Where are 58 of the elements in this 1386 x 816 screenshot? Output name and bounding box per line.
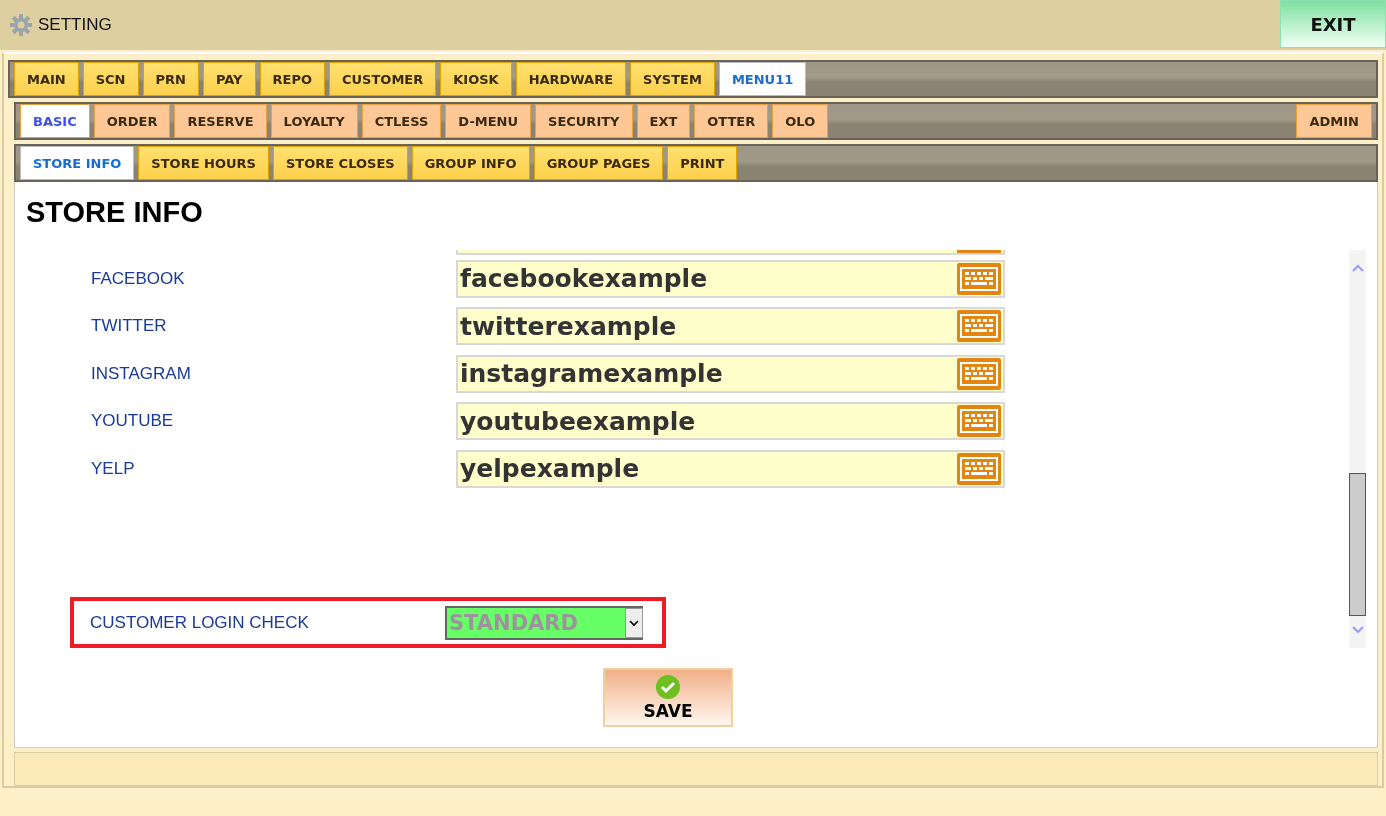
- save-button[interactable]: SAVE: [603, 668, 733, 727]
- field-value: facebookexample: [460, 264, 708, 294]
- tab[interactable]: HARDWARE: [515, 62, 627, 96]
- field-label: CUSTOMER LOGIN CHECK: [89, 612, 310, 633]
- scrollbar-thumb[interactable]: [1349, 472, 1366, 616]
- tab[interactable]: MENU11: [718, 62, 807, 96]
- caret-icon[interactable]: [625, 607, 643, 638]
- tab[interactable]: OTTER: [694, 104, 769, 138]
- tab[interactable]: STORE HOURS: [138, 146, 269, 180]
- tab[interactable]: BASIC: [20, 104, 90, 138]
- field-value: twitterexample: [460, 311, 677, 341]
- keyboard-icon[interactable]: [957, 310, 1001, 343]
- tab[interactable]: PAY: [202, 62, 256, 96]
- field-value: youtubeexample: [460, 406, 696, 436]
- tab[interactable]: REPO: [259, 62, 325, 96]
- tab[interactable]: STORE CLOSES: [272, 146, 408, 180]
- field-label: INSTAGRAM: [90, 363, 192, 384]
- tab[interactable]: CTLESS: [361, 104, 442, 138]
- exit-button[interactable]: EXIT: [1280, 0, 1386, 48]
- check-icon: [656, 674, 680, 699]
- field-label: FACEBOOK: [90, 268, 186, 289]
- tab[interactable]: SCN: [82, 62, 139, 96]
- tab[interactable]: CUSTOMER: [329, 62, 437, 96]
- input-field[interactable]: [456, 250, 1005, 255]
- tab[interactable]: EXT: [636, 104, 691, 138]
- tab[interactable]: PRN: [142, 62, 199, 96]
- tab[interactable]: SYSTEM: [630, 62, 715, 96]
- keyboard-icon[interactable]: [957, 357, 1001, 390]
- tab[interactable]: MAIN: [14, 62, 79, 96]
- input-field[interactable]: facebookexample: [456, 259, 1005, 298]
- input-field[interactable]: instagramexample: [456, 354, 1005, 393]
- field-label: YOUTUBE: [90, 411, 175, 432]
- tab[interactable]: SECURITY: [535, 104, 633, 138]
- field-label: YELP: [90, 458, 136, 479]
- page-title: STORE INFO: [26, 196, 204, 230]
- tab[interactable]: OLO: [772, 104, 829, 138]
- keyboard-icon[interactable]: [957, 262, 1001, 295]
- tab[interactable]: GROUP INFO: [411, 146, 530, 180]
- tab[interactable]: GROUP PAGES: [533, 146, 664, 180]
- window-title: SETTING: [38, 15, 112, 35]
- keyboard-icon[interactable]: [957, 452, 1001, 485]
- tab[interactable]: PRINT: [667, 146, 738, 180]
- field-value: yelpexample: [460, 454, 640, 484]
- input-field[interactable]: yelpexample: [456, 449, 1005, 488]
- input-field[interactable]: youtubeexample: [456, 402, 1005, 441]
- tab[interactable]: ADMIN: [1296, 104, 1372, 138]
- gear-icon: [10, 14, 32, 36]
- field-value: instagramexample: [460, 359, 723, 389]
- scrollbar[interactable]: [1349, 250, 1366, 648]
- tab[interactable]: LOYALTY: [270, 104, 358, 138]
- keyboard-icon[interactable]: [957, 405, 1001, 438]
- tab[interactable]: KIOSK: [440, 62, 512, 96]
- tab[interactable]: RESERVE: [174, 104, 267, 138]
- tab[interactable]: D-MENU: [445, 104, 532, 138]
- field-label: TWITTER: [90, 316, 168, 337]
- tab[interactable]: ORDER: [93, 104, 171, 138]
- input-field[interactable]: twitterexample: [456, 307, 1005, 346]
- tab[interactable]: STORE INFO: [20, 146, 135, 180]
